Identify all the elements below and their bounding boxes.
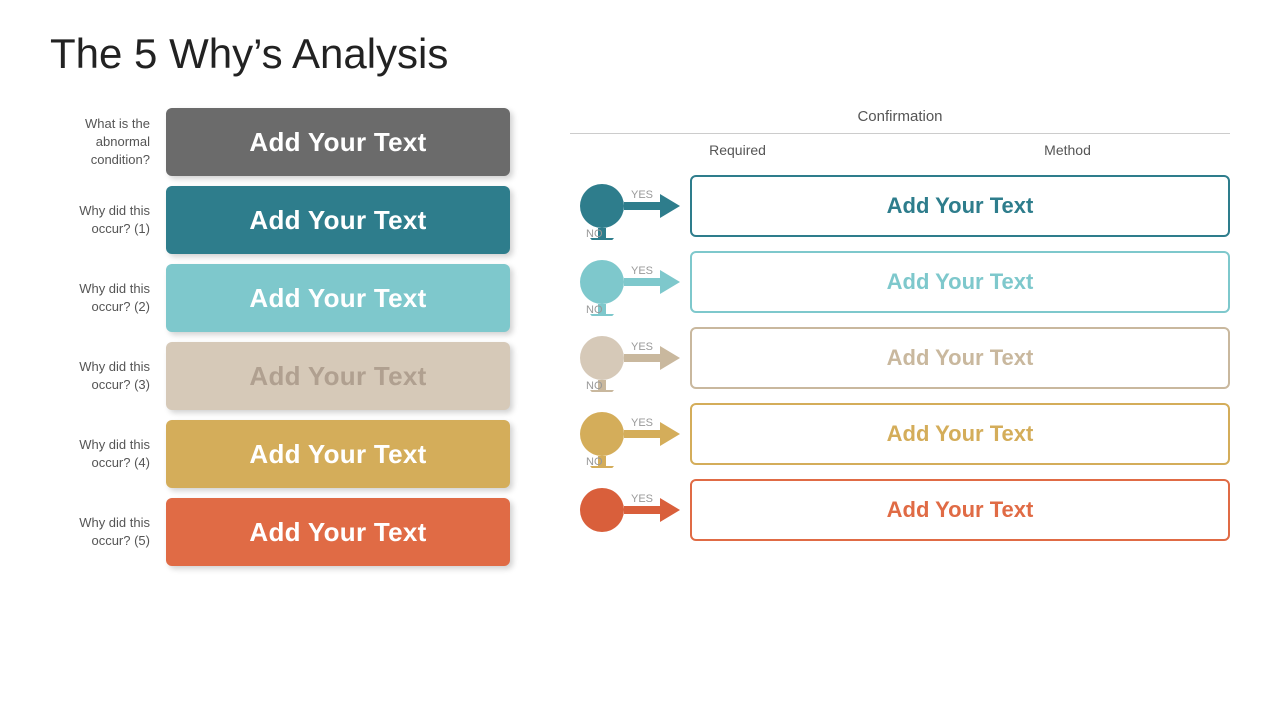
- conf-box[interactable]: Add Your Text: [690, 479, 1230, 541]
- conf-row: YES NO Add Your Text: [570, 400, 1230, 468]
- svg-text:YES: YES: [631, 417, 653, 429]
- conf-rows: YES NO Add Your Text YES NO Add Your Text YES N…: [570, 172, 1230, 544]
- arrow-group: YES NO: [570, 400, 690, 468]
- arrow-group: YES NO: [570, 172, 690, 240]
- right-section: Confirmation Required Method YES NO Add Yo…: [570, 108, 1230, 576]
- why-row: Why did this occur? (4) Add Your Text: [50, 420, 510, 488]
- method-label: Method: [1044, 142, 1091, 158]
- svg-text:NO: NO: [586, 228, 603, 240]
- svg-text:YES: YES: [631, 341, 653, 353]
- why-label: Why did this occur? (3): [50, 358, 150, 394]
- conf-sub-headers: Required Method: [570, 138, 1230, 162]
- svg-text:YES: YES: [631, 493, 653, 505]
- why-row: Why did this occur? (1) Add Your Text: [50, 186, 510, 254]
- svg-text:NO: NO: [586, 304, 603, 316]
- left-section: What is the abnormal condition? Add Your …: [50, 108, 510, 576]
- why-label: Why did this occur? (2): [50, 280, 150, 316]
- arrow-group: YES NO: [570, 324, 690, 392]
- why-row: Why did this occur? (2) Add Your Text: [50, 264, 510, 332]
- why-box[interactable]: Add Your Text: [166, 186, 510, 254]
- svg-text:YES: YES: [631, 189, 653, 201]
- page-title: The 5 Why’s Analysis: [50, 30, 1230, 78]
- why-row: What is the abnormal condition? Add Your …: [50, 108, 510, 176]
- conf-row: YES Add Your Text: [570, 476, 1230, 544]
- required-label: Required: [709, 142, 766, 158]
- conf-box[interactable]: Add Your Text: [690, 251, 1230, 313]
- why-row: Why did this occur? (3) Add Your Text: [50, 342, 510, 410]
- why-label: What is the abnormal condition?: [50, 115, 150, 170]
- arrow-group: YES: [570, 476, 690, 544]
- svg-text:NO: NO: [586, 456, 603, 468]
- conf-box[interactable]: Add Your Text: [690, 175, 1230, 237]
- main-content: What is the abnormal condition? Add Your …: [50, 108, 1230, 576]
- conf-box[interactable]: Add Your Text: [690, 327, 1230, 389]
- why-row: Why did this occur? (5) Add Your Text: [50, 498, 510, 566]
- svg-text:YES: YES: [631, 265, 653, 277]
- conf-row: YES NO Add Your Text: [570, 324, 1230, 392]
- arrow-group: YES NO: [570, 248, 690, 316]
- page: The 5 Why’s Analysis What is the abnorma…: [0, 0, 1280, 720]
- why-box[interactable]: Add Your Text: [166, 498, 510, 566]
- conf-row: YES NO Add Your Text: [570, 172, 1230, 240]
- why-box[interactable]: Add Your Text: [166, 420, 510, 488]
- conf-box[interactable]: Add Your Text: [690, 403, 1230, 465]
- why-box[interactable]: Add Your Text: [166, 342, 510, 410]
- svg-text:NO: NO: [586, 380, 603, 392]
- why-label: Why did this occur? (5): [50, 514, 150, 550]
- conf-row: YES NO Add Your Text: [570, 248, 1230, 316]
- confirmation-header: Confirmation: [570, 108, 1230, 134]
- why-box[interactable]: Add Your Text: [166, 108, 510, 176]
- why-label: Why did this occur? (4): [50, 436, 150, 472]
- why-box[interactable]: Add Your Text: [166, 264, 510, 332]
- why-label: Why did this occur? (1): [50, 202, 150, 238]
